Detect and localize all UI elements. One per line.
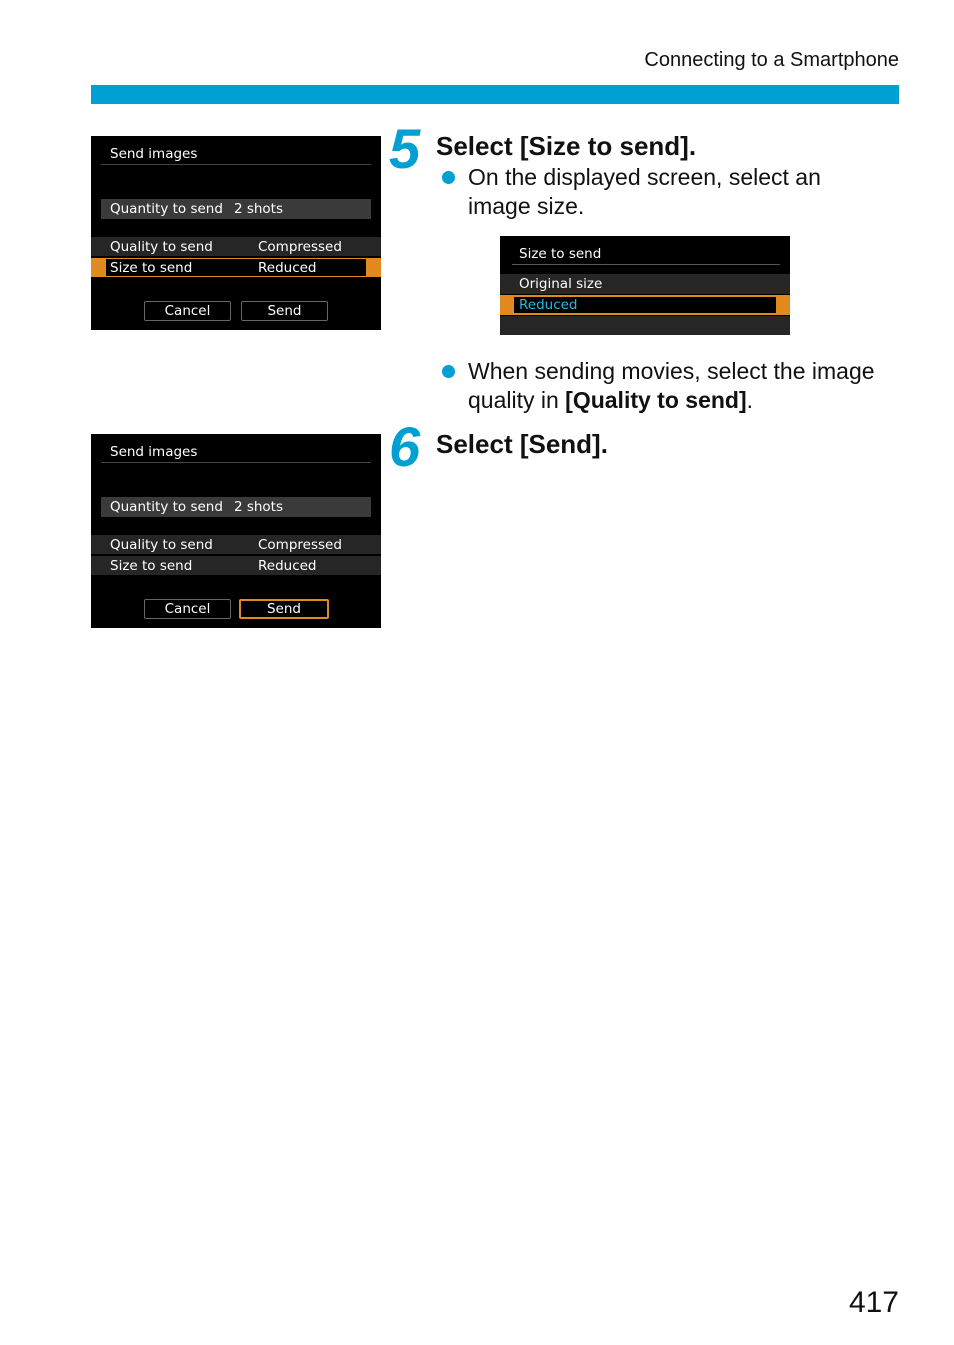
row-value: Reduced	[258, 259, 317, 276]
header-bar	[91, 85, 899, 104]
cancel-button[interactable]: Cancel	[144, 301, 231, 321]
quality-to-send-row[interactable]: Quality to send Compressed	[91, 535, 381, 554]
row-value: Compressed	[258, 536, 342, 553]
bullet-icon	[442, 171, 455, 184]
row-label: Size to send	[110, 557, 193, 574]
step-number-5: 5	[389, 117, 421, 180]
row-value: Compressed	[258, 238, 342, 255]
quality-to-send-row[interactable]: Quality to send Compressed	[91, 237, 381, 256]
send-button[interactable]: Send	[241, 301, 328, 321]
screen-title: Send images	[110, 444, 198, 460]
size-to-send-row[interactable]: Size to send Reduced	[91, 556, 381, 575]
cancel-button[interactable]: Cancel	[144, 599, 231, 619]
size-to-send-screen: Size to send Original size Reduced	[500, 236, 790, 335]
screen-title: Size to send	[519, 246, 602, 262]
quantity-value: 2 shots	[233, 201, 283, 217]
send-button[interactable]: Send	[239, 599, 329, 619]
step-5-bullet-1: On the displayed screen, select an image…	[442, 163, 888, 221]
option-original-size[interactable]: Original size	[500, 274, 790, 294]
step-5-bullet-2: When sending movies, select the image qu…	[442, 357, 908, 415]
divider	[101, 462, 371, 463]
quantity-value: 2 shots	[233, 499, 283, 515]
divider	[101, 164, 371, 165]
row-label: Quality to send	[110, 238, 213, 255]
quantity-label: Quantity to send	[110, 201, 223, 217]
size-to-send-row[interactable]: Size to send Reduced	[91, 258, 381, 277]
option-reduced[interactable]: Reduced	[500, 295, 790, 315]
quantity-row: Quantity to send 2 shots	[101, 199, 371, 219]
row-value: Reduced	[258, 557, 317, 574]
quantity-row: Quantity to send 2 shots	[101, 497, 371, 517]
page-number: 417	[848, 1286, 899, 1319]
bullet-icon	[442, 365, 455, 378]
step-5-title: Select [Size to send].	[436, 131, 697, 161]
section-title: Connecting to a Smartphone	[644, 49, 899, 71]
row-label: Quality to send	[110, 536, 213, 553]
send-images-screen-send-focused: Send images Quantity to send 2 shots Qua…	[91, 434, 381, 628]
screen-title: Send images	[110, 146, 198, 162]
quantity-label: Quantity to send	[110, 499, 223, 515]
step-6-title: Select [Send].	[436, 429, 608, 459]
step-number-6: 6	[389, 415, 421, 478]
divider	[512, 264, 780, 265]
send-images-screen-size-selected: Send images Quantity to send 2 shots Qua…	[91, 136, 381, 330]
row-label: Size to send	[110, 259, 193, 276]
